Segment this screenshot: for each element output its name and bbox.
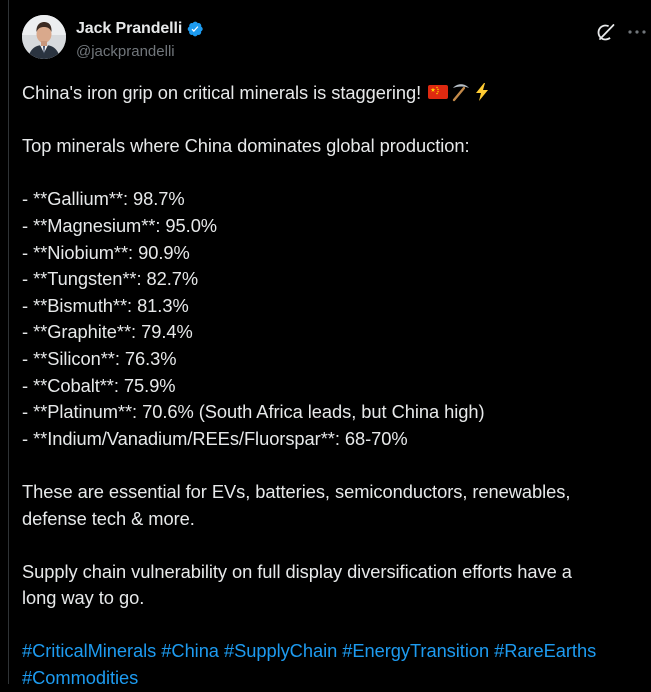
- post-intro: Top minerals where China dominates globa…: [22, 135, 470, 157]
- paragraph-line: long way to go.: [22, 587, 145, 609]
- mineral-line: - **Magnesium**: 95.0%: [22, 214, 218, 236]
- author-display-name[interactable]: Jack Prandelli: [76, 20, 182, 38]
- hashtag-link[interactable]: #CriticalMinerals: [22, 640, 156, 661]
- lightning-emoji-icon: [472, 82, 492, 102]
- paragraph-line: These are essential for EVs, batteries, …: [22, 480, 571, 502]
- mineral-line: - **Graphite**: 79.4%: [22, 321, 193, 343]
- mineral-line: - **Cobalt**: 75.9%: [22, 374, 176, 396]
- author-handle[interactable]: @jackprandelli: [76, 43, 175, 60]
- paragraph-line: Supply chain vulnerability on full displ…: [22, 560, 572, 582]
- grok-explain-button[interactable]: [595, 21, 617, 43]
- paragraph-line: defense tech & more.: [22, 507, 195, 529]
- hashtag-link[interactable]: #Commodities: [22, 667, 138, 688]
- more-options-icon: [628, 30, 646, 34]
- mineral-line: - **Silicon**: 76.3%: [22, 347, 177, 369]
- mineral-line: - **Indium/Vanadium/REEs/Fluorspar**: 68…: [22, 427, 408, 449]
- more-options-button[interactable]: [626, 21, 648, 43]
- hashtag-link[interactable]: #RareEarths: [494, 640, 596, 661]
- pickaxe-emoji-icon: [450, 82, 470, 102]
- author-name-line: Jack Prandelli: [76, 20, 204, 38]
- avatar-photo-icon: [22, 15, 66, 59]
- user-avatar[interactable]: [22, 15, 66, 59]
- mineral-line: - **Gallium**: 98.7%: [22, 188, 185, 210]
- mineral-line: - **Platinum**: 70.6% (South Africa lead…: [22, 401, 485, 423]
- grok-icon: [597, 24, 615, 41]
- mineral-line: - **Tungsten**: 82.7%: [22, 268, 199, 290]
- post-body: China's iron grip on critical minerals i…: [22, 80, 647, 692]
- mineral-line: - **Niobium**: 90.9%: [22, 241, 190, 263]
- hashtag-link[interactable]: #EnergyTransition: [342, 640, 489, 661]
- post-header: Jack Prandelli @jackprandelli: [22, 15, 646, 71]
- hashtag-link[interactable]: #China: [161, 640, 219, 661]
- post-headline: China's iron grip on critical minerals i…: [22, 82, 422, 103]
- post-headline-line: China's iron grip on critical minerals i…: [22, 80, 647, 107]
- mineral-line: - **Bismuth**: 81.3%: [22, 294, 189, 316]
- china-flag-emoji-icon: [428, 82, 449, 102]
- verified-badge-icon: [186, 20, 204, 38]
- hashtag-link[interactable]: #SupplyChain: [224, 640, 337, 661]
